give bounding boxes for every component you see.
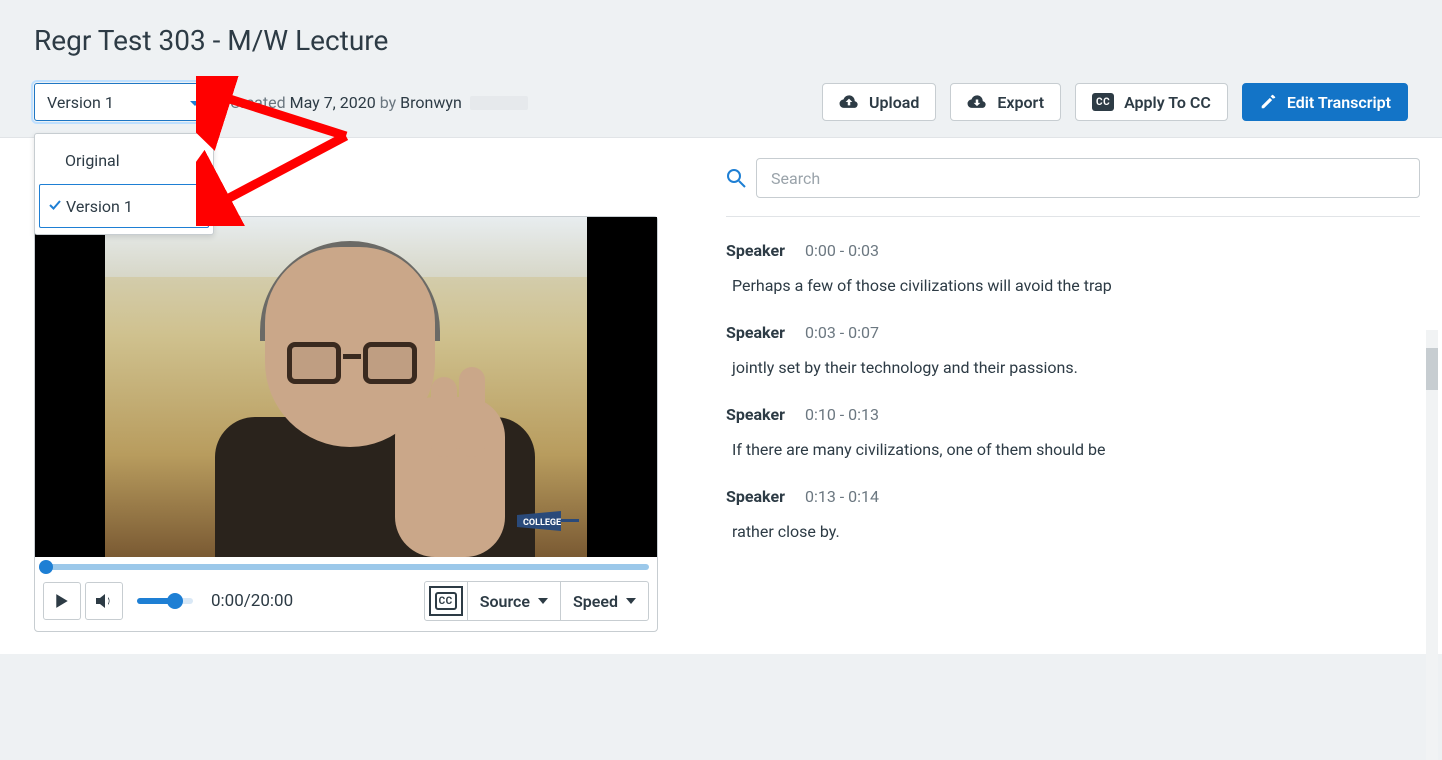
transcript-text[interactable]: jointly set by their technology and thei… xyxy=(726,358,1410,377)
cloud-upload-icon xyxy=(839,94,859,110)
transcript-segment-header[interactable]: Speaker 0:10 - 0:13 xyxy=(726,405,1410,424)
search-input[interactable] xyxy=(756,158,1420,198)
created-label: Created xyxy=(230,93,286,112)
toolbar: Version 1 Original Version 1 Created xyxy=(34,83,1408,121)
play-button[interactable] xyxy=(43,582,81,620)
button-label: Edit Transcript xyxy=(1287,93,1391,112)
transcript-segment-header[interactable]: Speaker 0:00 - 0:03 xyxy=(726,241,1410,260)
version-select-value: Version 1 xyxy=(47,93,114,112)
time-display: 0:00/20:00 xyxy=(211,591,293,611)
caret-down-icon xyxy=(626,598,636,604)
cloud-download-icon xyxy=(967,94,987,110)
transcript-text[interactable]: Perhaps a few of those civilizations wil… xyxy=(726,276,1410,295)
speaker-label: Speaker xyxy=(726,323,785,342)
option-label: Version 1 xyxy=(66,197,133,216)
scrollbar-track[interactable] xyxy=(1426,330,1438,760)
transcript-segment-header[interactable]: Speaker 0:03 - 0:07 xyxy=(726,323,1410,342)
duration: 20:00 xyxy=(251,591,293,611)
caret-down-icon xyxy=(189,93,201,112)
button-label: Apply To CC xyxy=(1124,93,1211,112)
button-label: Speed xyxy=(573,592,618,611)
created-date: May 7, 2020 xyxy=(290,93,376,112)
video-player-card: COLLEGE 0:00/20:00 xyxy=(34,216,658,632)
time-range: 0:10 - 0:13 xyxy=(805,405,879,424)
version-option-original[interactable]: Original xyxy=(35,138,213,182)
cc-icon: CC xyxy=(1092,93,1114,111)
transcript-text[interactable]: If there are many civilizations, one of … xyxy=(726,440,1410,459)
author-name: Bronwyn xyxy=(400,93,462,112)
version-select[interactable]: Version 1 xyxy=(34,83,214,121)
button-label: Upload xyxy=(869,93,919,112)
check-icon xyxy=(48,197,62,216)
button-label: Export xyxy=(997,93,1044,112)
transcript-text[interactable]: rather close by. xyxy=(726,522,1410,541)
time-range: 0:00 - 0:03 xyxy=(805,241,879,260)
button-label: Source xyxy=(480,592,530,611)
cc-icon: CC xyxy=(435,592,457,610)
time-range: 0:13 - 0:14 xyxy=(805,487,879,506)
volume-icon xyxy=(95,593,113,609)
speaker-label: Speaker xyxy=(726,241,785,260)
play-icon xyxy=(55,593,69,609)
volume-slider[interactable] xyxy=(137,598,193,604)
search-icon xyxy=(726,168,746,188)
apply-to-cc-button[interactable]: CC Apply To CC xyxy=(1075,83,1228,121)
transcript-segment-header[interactable]: Speaker 0:13 - 0:14 xyxy=(726,487,1410,506)
progress-bar[interactable] xyxy=(35,557,657,571)
divider xyxy=(726,216,1420,217)
video-frame[interactable]: COLLEGE xyxy=(35,217,657,557)
created-meta: Created May 7, 2020 by Bronwyn xyxy=(230,93,528,112)
college-watermark: COLLEGE xyxy=(517,507,579,535)
option-label: Original xyxy=(65,151,120,170)
version-option-version1[interactable]: Version 1 xyxy=(39,184,209,228)
pencil-icon xyxy=(1259,93,1277,111)
cc-toggle[interactable]: CC xyxy=(425,582,467,620)
speed-select[interactable]: Speed xyxy=(560,582,648,620)
page-title: Regr Test 303 - M/W Lecture xyxy=(34,24,1408,57)
upload-button[interactable]: Upload xyxy=(822,83,936,121)
volume-button[interactable] xyxy=(85,582,123,620)
edit-transcript-button[interactable]: Edit Transcript xyxy=(1242,83,1408,121)
time-range: 0:03 - 0:07 xyxy=(805,323,879,342)
scrollbar-thumb[interactable] xyxy=(1426,348,1438,390)
export-button[interactable]: Export xyxy=(950,83,1061,121)
current-time: 0:00 xyxy=(211,591,244,611)
svg-text:COLLEGE: COLLEGE xyxy=(523,518,561,528)
speaker-label: Speaker xyxy=(726,405,785,424)
version-dropdown-menu: Original Version 1 xyxy=(34,133,214,235)
transcript-panel[interactable]: Speaker 0:00 - 0:03 Perhaps a few of tho… xyxy=(726,241,1420,641)
source-select[interactable]: Source xyxy=(467,582,560,620)
redacted-block xyxy=(470,96,528,110)
by-label: by xyxy=(380,93,396,112)
speaker-label: Speaker xyxy=(726,487,785,506)
caret-down-icon xyxy=(538,598,548,604)
